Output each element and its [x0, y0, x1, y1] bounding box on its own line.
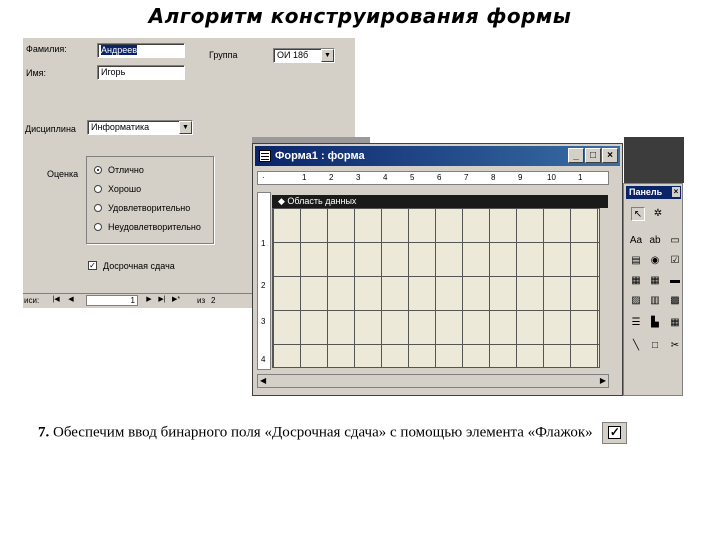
subform-icon[interactable]: ▦	[668, 316, 682, 330]
record-total: 2	[211, 296, 216, 305]
form-design-window: Форма1 : форма _ □ × · 1 2 3 4 5 6 7 8 9…	[252, 143, 623, 396]
tab-control-icon[interactable]: ▙	[648, 316, 662, 330]
first-record-button[interactable]: |◀	[51, 295, 61, 305]
radio-icon[interactable]	[94, 223, 102, 231]
check-icon: ✓	[608, 425, 622, 439]
page-break-icon[interactable]: ☰	[629, 316, 643, 330]
next-record-button[interactable]: ▶	[144, 295, 154, 305]
prev-record-button[interactable]: ◀	[66, 295, 76, 305]
surname-field[interactable]: Андреев	[97, 43, 185, 58]
combo-box-icon[interactable]: ▦	[629, 274, 643, 288]
maximize-button[interactable]: □	[585, 148, 601, 163]
more-controls-icon[interactable]: ✂	[668, 339, 682, 353]
checkbox-tool-icon[interactable]: ☑	[668, 254, 682, 268]
slide-title: Алгоритм конструирования формы	[148, 4, 572, 28]
vertical-ruler: 1 2 3 4	[257, 192, 271, 370]
chevron-down-icon[interactable]: ▼	[321, 49, 334, 62]
horizontal-scrollbar[interactable]: ◀ ▶	[257, 374, 609, 388]
group-combo[interactable]: ОИ 18б ▼	[273, 48, 335, 63]
step-number: 7.	[38, 424, 50, 441]
close-button[interactable]: ×	[602, 148, 618, 163]
bound-frame-icon[interactable]: ▩	[668, 294, 682, 308]
horizontal-ruler: · 1 2 3 4 5 6 7 8 9 10 1	[257, 171, 609, 185]
command-button-icon[interactable]: ▬	[668, 274, 682, 288]
radio-selected-icon[interactable]	[94, 166, 102, 174]
scroll-right-icon[interactable]: ▶	[600, 376, 606, 385]
detail-section-header[interactable]: ◆ Область данных	[272, 195, 608, 208]
toggle-button-icon[interactable]: ▭	[668, 234, 682, 248]
chevron-down-icon[interactable]: ▼	[179, 121, 192, 134]
image-tool-icon[interactable]: ▨	[629, 294, 643, 308]
checkbox-control-image: ✓	[602, 422, 628, 444]
surname-label: Фамилия:	[26, 44, 67, 54]
discipline-combo[interactable]: Информатика ▼	[87, 120, 193, 135]
grade-option-satisfactory[interactable]: Удовлетворительно	[94, 203, 190, 213]
unbound-frame-icon[interactable]: ▥	[648, 294, 662, 308]
list-box-icon[interactable]: ▦	[648, 274, 662, 288]
name-field[interactable]: Игорь	[97, 65, 185, 80]
instruction-caption: 7. Обеспечим ввод бинарного поля «Досроч…	[38, 422, 684, 444]
early-checkbox-label: Досрочная сдача	[103, 261, 175, 271]
grade-option-unsatisfactory[interactable]: Неудовлетворительно	[94, 222, 201, 232]
vertical-scrollbar[interactable]	[600, 208, 610, 368]
scroll-left-icon[interactable]: ◀	[260, 376, 266, 385]
line-tool-icon[interactable]: ╲	[629, 339, 643, 353]
last-record-button[interactable]: ▶|	[157, 295, 167, 305]
record-of-label: из	[197, 296, 206, 305]
toolbox-title[interactable]: Панель ×	[626, 186, 681, 199]
minimize-button[interactable]: _	[568, 148, 584, 163]
step-text: Обеспечим ввод бинарного поля «Досрочная…	[53, 424, 593, 441]
rectangle-tool-icon[interactable]: □	[648, 339, 662, 353]
toolbox-close-button[interactable]: ×	[672, 187, 680, 197]
grade-option-excellent[interactable]: Отлично	[94, 165, 144, 175]
textbox-tool-icon[interactable]: ab	[648, 234, 662, 248]
detail-section-grid[interactable]	[272, 208, 600, 368]
radio-icon[interactable]	[94, 204, 102, 212]
discipline-label: Дисциплина	[25, 124, 76, 134]
name-label: Имя:	[26, 68, 47, 78]
pointer-icon[interactable]: ↖	[631, 207, 645, 221]
record-label: иси:	[24, 296, 40, 305]
grade-option-good[interactable]: Хорошо	[94, 184, 141, 194]
design-window-title: Форма1 : форма	[275, 150, 365, 162]
magic-wand-icon[interactable]: ✲	[651, 207, 665, 221]
grade-groupbox: Отлично Хорошо Удовлетворительно Неудовл…	[86, 156, 214, 244]
toolbox-panel: Панель × ↖ ✲ Aa ab ▭ ▤ ◉ ☑ ▦ ▦ ▬ ▨ ▥ ▩ ☰…	[623, 183, 683, 396]
label-tool-icon[interactable]: Aa	[629, 234, 643, 248]
early-checkbox[interactable]: ✓	[88, 261, 97, 270]
toggle-tool-icon[interactable]: ▤	[629, 254, 643, 268]
new-record-button[interactable]: ▶*	[171, 295, 181, 305]
form-icon	[259, 150, 271, 162]
option-button-icon[interactable]: ◉	[648, 254, 662, 268]
design-titlebar[interactable]: Форма1 : форма _ □ ×	[255, 146, 620, 166]
group-label: Группа	[209, 50, 238, 60]
grade-label: Оценка	[47, 169, 79, 179]
background-region	[624, 137, 684, 183]
record-number-field[interactable]: 1	[86, 295, 138, 306]
radio-icon[interactable]	[94, 185, 102, 193]
